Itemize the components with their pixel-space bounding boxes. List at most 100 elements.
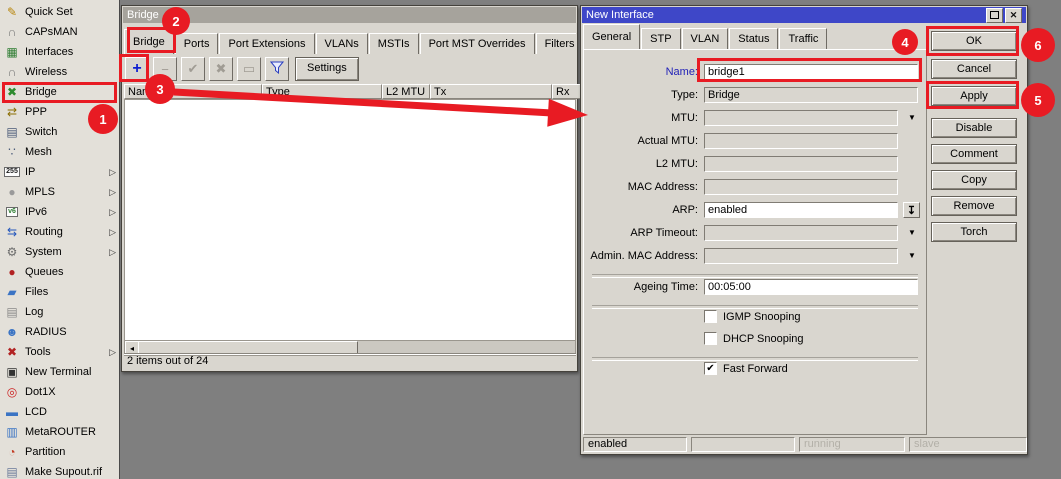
bridge-tab-port-mst-overrides[interactable]: Port MST Overrides bbox=[420, 33, 535, 54]
bridge-tab-mstis[interactable]: MSTIs bbox=[369, 33, 419, 54]
bridge-window-titlebar[interactable]: Bridge bbox=[123, 7, 576, 23]
bridge-column-headers: NameTypeL2 MTUTxRx bbox=[124, 84, 576, 99]
dialog-tab-general[interactable]: General bbox=[583, 24, 640, 49]
supout-icon: ▤ bbox=[4, 464, 20, 479]
type-field[interactable]: Bridge bbox=[704, 87, 918, 103]
comment-button[interactable]: ▭ bbox=[237, 57, 261, 81]
sidebar-item-files[interactable]: ▰Files bbox=[0, 282, 119, 302]
dialog-tab-stp[interactable]: STP bbox=[641, 28, 680, 49]
sidebar-item-dot1x[interactable]: ◎Dot1X bbox=[0, 382, 119, 402]
arp-timeout-field-label: ARP Timeout: bbox=[584, 225, 698, 241]
dialog-titlebar[interactable]: New Interface ✕ bbox=[582, 7, 1026, 23]
settings-button[interactable]: Settings bbox=[295, 57, 359, 81]
bridge-tab-filters[interactable]: Filters bbox=[536, 33, 576, 54]
column-header-l2-mtu[interactable]: L2 MTU bbox=[382, 84, 430, 99]
sidebar-item-partition[interactable]: ◔Partition bbox=[0, 442, 119, 462]
arp-timeout-field-row: ARP Timeout: ▼ bbox=[584, 225, 926, 241]
bridge-tab-bridge[interactable]: Bridge bbox=[124, 29, 174, 54]
antenna-icon: ∩ bbox=[4, 24, 20, 40]
sidebar-item-label: System bbox=[25, 246, 62, 258]
sidebar-item-label: MetaROUTER bbox=[25, 426, 96, 438]
bridge-window: Bridge BridgePortsPort ExtensionsVLANsMS… bbox=[121, 5, 578, 372]
sidebar-item-label: IP bbox=[25, 166, 35, 178]
fast-forward-checkbox[interactable]: ✔ bbox=[704, 362, 717, 375]
dialog-tab-vlan[interactable]: VLAN bbox=[682, 28, 729, 49]
bridge-tab-port-extensions[interactable]: Port Extensions bbox=[219, 33, 314, 54]
mtu-field[interactable] bbox=[704, 110, 898, 126]
sidebar-item-ip[interactable]: 255IP▷ bbox=[0, 162, 119, 182]
sidebar-item-label: RADIUS bbox=[25, 326, 67, 338]
column-header-rx[interactable]: Rx bbox=[552, 84, 583, 99]
dropdown-arrow-icon[interactable]: ▼ bbox=[904, 248, 920, 264]
sidebar-item-mpls[interactable]: ●MPLS▷ bbox=[0, 182, 119, 202]
sidebar-item-system[interactable]: ⚙ System ▷ bbox=[0, 242, 119, 262]
sidebar-item-mesh[interactable]: ∵Mesh bbox=[0, 142, 119, 162]
sidebar-item-ipv6[interactable]: v6IPv6▷ bbox=[0, 202, 119, 222]
name-field[interactable]: bridge1 bbox=[704, 64, 918, 80]
arp-field[interactable]: enabled bbox=[704, 202, 898, 218]
dialog-tab-traffic[interactable]: Traffic bbox=[779, 28, 827, 49]
admin-mac-address-field-label: Admin. MAC Address: bbox=[584, 248, 698, 264]
new-interface-dialog: New Interface ✕ GeneralSTPVLANStatusTraf… bbox=[580, 5, 1028, 455]
routing-icon: ⇆ bbox=[4, 224, 20, 240]
wireless-icon: ∩ bbox=[4, 64, 20, 80]
sidebar-item-lcd[interactable]: ▬LCD bbox=[0, 402, 119, 422]
column-header-tx[interactable]: Tx bbox=[430, 84, 552, 99]
sidebar-item-wireless[interactable]: ∩Wireless bbox=[0, 62, 119, 82]
enable-button[interactable]: ✔ bbox=[181, 57, 205, 81]
admin-mac-address-field[interactable] bbox=[704, 248, 898, 264]
ok-button[interactable]: OK bbox=[931, 31, 1017, 51]
sidebar-item-metarouter[interactable]: ▥MetaROUTER bbox=[0, 422, 119, 442]
arp-timeout-field[interactable] bbox=[704, 225, 898, 241]
bridge-list-area[interactable] bbox=[124, 99, 576, 342]
sidebar-item-capsman[interactable]: ∩CAPsMAN bbox=[0, 22, 119, 42]
sidebar-item-routing[interactable]: ⇆Routing▷ bbox=[0, 222, 119, 242]
filter-button[interactable] bbox=[265, 57, 289, 81]
dialog-tab-status[interactable]: Status bbox=[729, 28, 778, 49]
sidebar-item-bridge[interactable]: ✖Bridge bbox=[0, 82, 119, 102]
comment-button[interactable]: Comment bbox=[931, 144, 1017, 164]
bridge-tab-ports[interactable]: Ports bbox=[175, 33, 219, 54]
system-icon: ⚙ bbox=[4, 244, 20, 260]
sidebar-item-log[interactable]: ▤Log bbox=[0, 302, 119, 322]
sidebar-item-label: Quick Set bbox=[25, 6, 73, 18]
sidebar-item-tools[interactable]: ✖Tools▷ bbox=[0, 342, 119, 362]
wand-icon: ✎ bbox=[4, 4, 20, 20]
add-button[interactable]: + bbox=[125, 57, 149, 81]
sidebar-item-label: Mesh bbox=[25, 146, 52, 158]
close-button[interactable]: ✕ bbox=[1005, 8, 1022, 23]
dropdown-button-icon[interactable]: ↧ bbox=[903, 202, 920, 218]
sidebar-item-label: Files bbox=[25, 286, 48, 298]
sidebar-item-interfaces[interactable]: ▦Interfaces bbox=[0, 42, 119, 62]
bridge-tab-vlans[interactable]: VLANs bbox=[316, 33, 368, 54]
dialog-tabbar: GeneralSTPVLANStatusTraffic bbox=[583, 23, 828, 49]
apply-button[interactable]: Apply bbox=[931, 86, 1017, 106]
bridge-tabbar: BridgePortsPort ExtensionsVLANsMSTIsPort… bbox=[124, 23, 576, 54]
name-field-label: Name: bbox=[584, 64, 698, 80]
fast-forward-checkbox-row: ✔Fast Forward bbox=[584, 362, 926, 378]
dropdown-arrow-icon[interactable]: ▼ bbox=[904, 225, 920, 241]
copy-button[interactable]: Copy bbox=[931, 170, 1017, 190]
ageing-time-field[interactable]: 00:05:00 bbox=[704, 279, 918, 295]
dhcp-snooping-checkbox[interactable] bbox=[704, 332, 717, 345]
sidebar-item-quick-set[interactable]: ✎ Quick Set bbox=[0, 2, 119, 22]
sidebar-item-new-terminal[interactable]: ▣New Terminal bbox=[0, 362, 119, 382]
dropdown-arrow-icon[interactable]: ▼ bbox=[904, 110, 920, 126]
maximize-button[interactable] bbox=[986, 8, 1003, 23]
ppp-icon: ⇄ bbox=[4, 104, 20, 120]
actual-mtu-field[interactable] bbox=[704, 133, 898, 149]
igmp-snooping-checkbox[interactable] bbox=[704, 310, 717, 323]
disable-button[interactable]: ✖ bbox=[209, 57, 233, 81]
disable-button[interactable]: Disable bbox=[931, 118, 1017, 138]
sidebar-item-queues[interactable]: ●Queues bbox=[0, 262, 119, 282]
submenu-arrow-icon: ▷ bbox=[109, 247, 116, 258]
column-header-type[interactable]: Type bbox=[262, 84, 382, 99]
sidebar-item-make-supout-rif[interactable]: ▤Make Supout.rif bbox=[0, 462, 119, 479]
comment-icon: ▭ bbox=[243, 61, 255, 77]
l2-mtu-field[interactable] bbox=[704, 156, 898, 172]
cancel-button[interactable]: Cancel bbox=[931, 59, 1017, 79]
remove-button[interactable]: Remove bbox=[931, 196, 1017, 216]
torch-button[interactable]: Torch bbox=[931, 222, 1017, 242]
mac-address-field[interactable] bbox=[704, 179, 898, 195]
sidebar-item-radius[interactable]: ☻RADIUS bbox=[0, 322, 119, 342]
